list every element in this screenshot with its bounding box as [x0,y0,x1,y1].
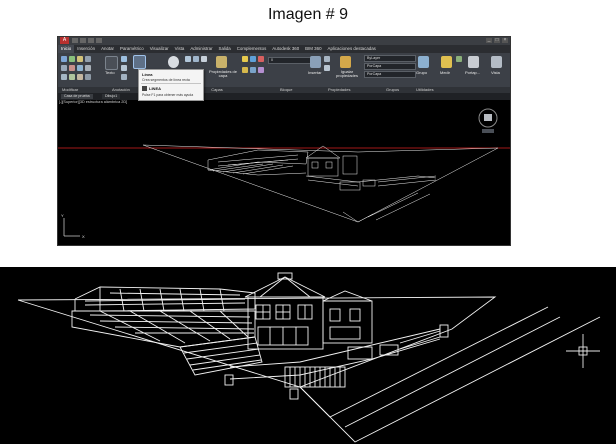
array-icon[interactable] [77,74,83,80]
title-bar: A _ □ × [58,37,510,45]
line-tooltip: Línea Crea segmentos de línea recta LINE… [138,69,204,101]
layer-previous-icon[interactable] [250,67,256,73]
tab-complementos[interactable]: Complementos [234,45,270,53]
file-tab-dibujo1[interactable]: Dibujo1 [102,94,121,99]
leader-icon[interactable] [121,65,127,71]
rotate-icon[interactable] [69,56,75,62]
close-icon[interactable]: × [502,38,508,43]
match-properties-icon[interactable] [340,56,351,68]
move-icon[interactable] [61,56,67,62]
layer-isolate-icon[interactable] [258,67,264,73]
calculator-icon[interactable] [456,56,462,62]
viewcube-icon [484,114,492,121]
drawing-viewport[interactable]: [-][Superior][3D estructura alámbrica 2D… [58,100,510,245]
dimension-icon[interactable] [121,56,127,62]
fillet-icon[interactable] [77,65,83,71]
file-tab-casa[interactable]: Casa de prueba [61,94,93,99]
command-line-icon [142,86,147,91]
layer-match-icon[interactable] [242,67,248,73]
polyline-icon[interactable] [185,56,191,62]
maximize-icon[interactable]: □ [494,38,500,43]
layer-freeze-icon[interactable] [250,56,256,62]
layer-dropdown[interactable]: 0 [268,57,314,64]
ucs-y-label: Y [61,213,64,218]
ucs-x-label: X [82,234,85,239]
house-wireframe-large [17,272,601,443]
layer-on-icon[interactable] [242,56,248,62]
wcs-button [482,129,494,133]
tab-salida[interactable]: Salida [216,45,234,53]
ribbon-tabs: Inicio Inserción Anotar Paramétrico Visu… [58,45,510,53]
autocad-window-screenshot: A _ □ × Inicio Inserción Anotar Paramétr… [57,36,511,246]
paste-label: Portap... [465,70,481,75]
mirror-icon[interactable] [69,65,75,71]
tab-autodesk-360[interactable]: Autodesk 360 [269,45,302,53]
paste-icon[interactable] [468,56,479,68]
window-controls: _ □ × [486,38,508,43]
open-file-icon[interactable] [80,38,86,43]
tab-vista[interactable]: Vista [172,45,188,53]
stretch-icon[interactable] [61,74,67,80]
lineweight-dropdown[interactable]: PorCapa [364,71,416,78]
view-icon[interactable] [491,56,502,68]
layer-properties-label: Propiedades de capa [208,69,238,78]
new-file-icon[interactable] [72,38,78,43]
match-properties-label: Igualar propiedades [335,69,359,78]
arc-icon[interactable] [201,56,207,62]
erase-icon[interactable] [85,56,91,62]
save-icon[interactable] [88,38,94,43]
layer-properties-icon[interactable] [216,56,227,68]
measure-icon[interactable] [441,56,452,68]
text-tool-label: Texto [105,70,115,75]
tooltip-command: LINEA [149,86,161,91]
trim-icon[interactable] [77,56,83,62]
tooltip-help: Pulse F1 para obtener más ayuda [142,93,194,97]
minimize-icon[interactable]: _ [486,38,492,43]
tooltip-divider [141,83,201,84]
ribbon: Texto Propiedades de capa 0 Insertar Igu… [58,53,510,87]
measure-label: Medir [440,70,451,75]
tab-insercion[interactable]: Inserción [74,45,98,53]
line-tool-icon[interactable] [133,55,146,69]
create-block-icon[interactable] [324,56,330,62]
offset-icon[interactable] [85,74,91,80]
explode-icon[interactable] [85,65,91,71]
insert-label: Insertar [308,70,322,75]
circle-icon[interactable] [193,56,199,62]
tooltip-description: Crea segmentos de línea recta [142,78,190,82]
viewport-controls-label[interactable]: [-][Superior][3D estructura alámbrica 2D… [59,100,127,104]
tab-aplicaciones[interactable]: Aplicaciones destacadas [325,45,379,53]
image-caption: Imagen # 9 [267,6,349,23]
insert-block-icon[interactable] [310,56,321,68]
ucs-icon [63,218,80,237]
zoomed-viewport[interactable] [0,267,616,444]
edit-block-icon[interactable] [324,65,330,71]
scale-icon[interactable] [69,74,75,80]
tab-parametrico[interactable]: Paramétrico [117,45,147,53]
tooltip-title: Línea [142,72,153,77]
undo-icon[interactable] [96,38,102,43]
text-big-icon[interactable] [105,56,118,70]
wireframe-drawing-large [17,272,601,443]
group-icon[interactable] [418,56,429,68]
wireframe-drawing-small: Y X [58,108,510,239]
tab-visualizar[interactable]: Visualizar [147,45,172,53]
group-label: Grupo [416,70,428,75]
file-tabs-bar: Casa de prueba Dibujo1 [58,93,510,100]
tab-administrar[interactable]: Administrar [187,45,215,53]
tab-bim-360[interactable]: BIM 360 [302,45,324,53]
sphere-icon[interactable] [168,56,179,68]
table-icon[interactable] [121,74,127,80]
app-menu-button[interactable]: A [60,37,69,44]
color-dropdown[interactable]: ByLayer [364,55,416,62]
linetype-dropdown[interactable]: PorCapa [364,63,416,70]
tab-inicio[interactable]: Inicio [58,45,75,53]
view-label: Vista [491,70,500,75]
crosshair-cursor [566,334,600,368]
copy-icon[interactable] [61,65,67,71]
house-wireframe-small [142,144,499,223]
tab-anotar[interactable]: Anotar [98,45,117,53]
layer-lock-icon[interactable] [258,56,264,62]
